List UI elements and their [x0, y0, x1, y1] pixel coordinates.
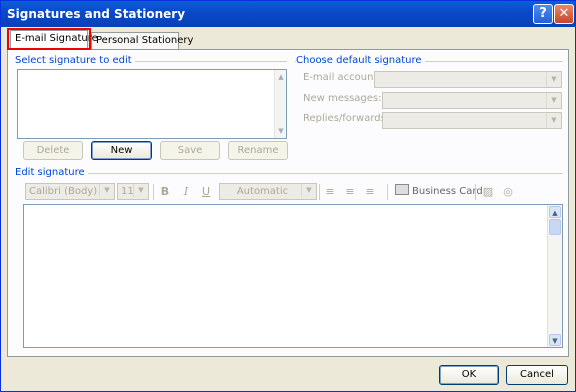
align-left-icon[interactable]: ≡	[323, 184, 337, 200]
new-messages-select[interactable]: ▼	[382, 92, 562, 109]
email-account-label: E-mail account:	[303, 72, 381, 83]
format-toolbar: Calibri (Body) ▼ 11 ▼ B I U Automatic ▼ …	[25, 182, 561, 204]
select-group-label: Select signature to edit	[15, 55, 135, 66]
chevron-down-icon[interactable]: ▼	[99, 184, 114, 197]
edit-group-label: Edit signature	[15, 167, 88, 178]
email-account-select[interactable]: ▼	[374, 71, 562, 88]
close-button[interactable]: ✕	[554, 4, 574, 24]
scroll-up-icon[interactable]: ▲	[276, 72, 286, 82]
font-color-value: Automatic	[236, 186, 289, 197]
chevron-down-icon[interactable]: ▼	[133, 184, 148, 197]
font-color-select[interactable]: Automatic ▼	[219, 183, 317, 200]
signature-editor[interactable]: ▲ ▼	[23, 204, 563, 348]
scroll-up-icon[interactable]: ▲	[549, 206, 561, 218]
save-button[interactable]: Save	[160, 141, 220, 160]
edit-group-divider	[17, 173, 563, 174]
tab-personal-stationery[interactable]: Personal Stationery	[91, 32, 193, 49]
align-right-icon[interactable]: ≡	[363, 184, 377, 200]
title-bar[interactable]: Signatures and Stationery ? ✕	[1, 1, 575, 27]
delete-button[interactable]: Delete	[23, 141, 83, 160]
underline-icon[interactable]: U	[199, 184, 213, 200]
scroll-thumb[interactable]	[549, 219, 561, 235]
picture-icon[interactable]: ▨	[481, 184, 495, 200]
help-button[interactable]: ?	[533, 4, 553, 24]
scroll-down-icon[interactable]: ▼	[549, 334, 561, 346]
font-size-value: 11	[121, 186, 134, 197]
signature-list-scrollbar[interactable]: ▲ ▼	[274, 70, 286, 138]
signature-list[interactable]: ▲ ▼	[17, 69, 287, 139]
business-card-icon	[395, 184, 409, 195]
chevron-down-icon[interactable]: ▼	[546, 113, 561, 128]
cancel-button[interactable]: Cancel	[506, 365, 568, 385]
replies-forwards-select[interactable]: ▼	[382, 112, 562, 129]
toolbar-separator	[153, 184, 154, 200]
italic-icon[interactable]: I	[179, 184, 193, 200]
editor-scrollbar[interactable]: ▲ ▼	[547, 205, 562, 347]
replies-forwards-label: Replies/forwards:	[303, 113, 390, 124]
highlight-box	[7, 28, 91, 50]
business-card-button[interactable]: Business Card	[395, 184, 483, 197]
business-card-label: Business Card	[412, 186, 483, 197]
chevron-down-icon[interactable]: ▼	[546, 93, 561, 108]
align-center-icon[interactable]: ≡	[343, 184, 357, 200]
chevron-down-icon[interactable]: ▼	[546, 72, 561, 87]
scroll-down-icon[interactable]: ▼	[276, 126, 286, 136]
bold-icon[interactable]: B	[158, 184, 172, 200]
font-size-select[interactable]: 11 ▼	[117, 183, 149, 200]
signatures-dialog: Signatures and Stationery ? ✕ Personal S…	[0, 0, 576, 392]
default-group-label: Choose default signature	[296, 55, 425, 66]
toolbar-separator	[319, 184, 320, 200]
chevron-down-icon[interactable]: ▼	[301, 184, 316, 197]
new-button[interactable]: New	[91, 141, 152, 160]
font-value: Calibri (Body)	[29, 186, 98, 197]
hyperlink-icon[interactable]: ◎	[501, 184, 515, 200]
new-messages-label: New messages:	[303, 93, 382, 104]
window-title: Signatures and Stationery	[7, 7, 186, 21]
font-select[interactable]: Calibri (Body) ▼	[25, 183, 115, 200]
rename-button[interactable]: Rename	[228, 141, 288, 160]
toolbar-separator	[475, 184, 476, 200]
ok-button[interactable]: OK	[439, 365, 499, 385]
toolbar-separator	[387, 184, 388, 200]
